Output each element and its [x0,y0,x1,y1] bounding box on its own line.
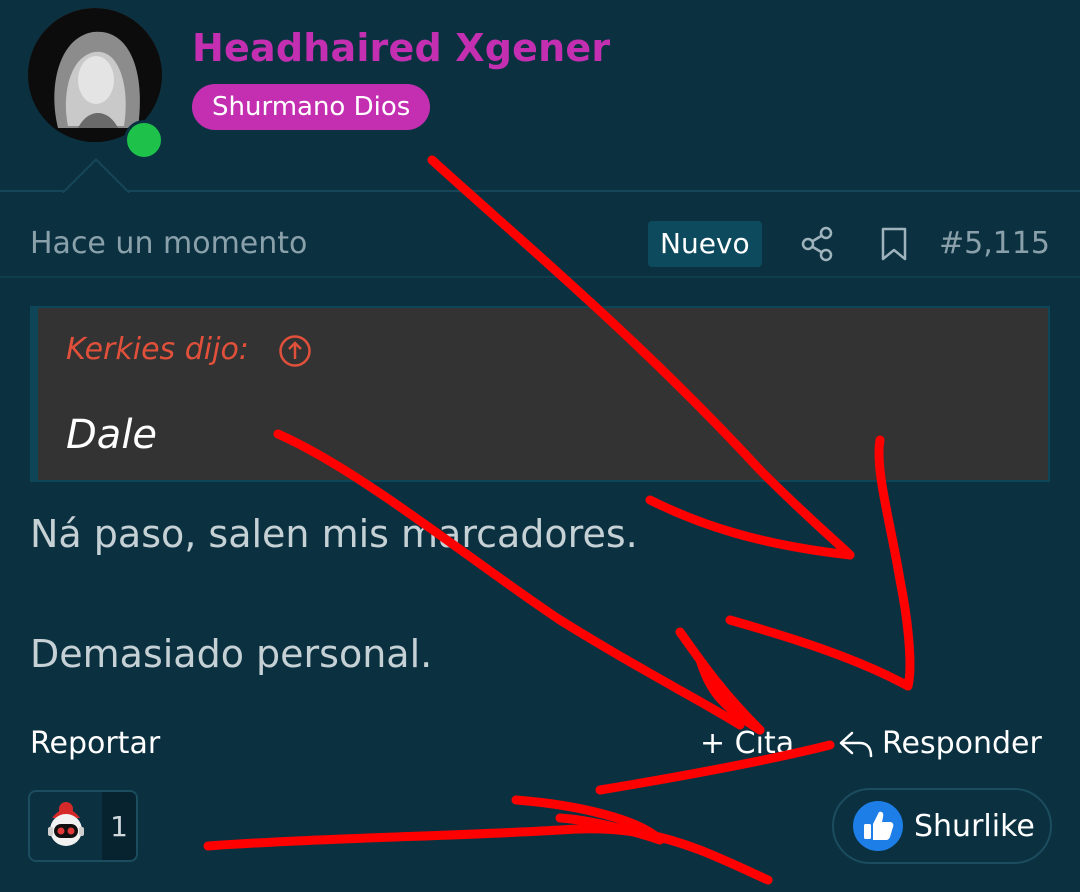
author-name[interactable]: Headhaired Xgener [192,26,610,70]
post-number-link[interactable]: #5,115 [939,226,1050,261]
reply-label: Responder [882,726,1042,761]
report-button[interactable]: Reportar [30,726,160,761]
post-timestamp[interactable]: Hace un momento [30,226,307,261]
post-meta-row: Hace un momento Nuevo #5,115 [0,212,1080,278]
robot-reaction-icon [48,802,84,846]
online-status-dot [124,120,164,160]
post-body-line: Demasiado personal. [30,632,433,676]
new-badge: Nuevo [648,221,762,267]
quote-button[interactable]: + Cita [700,726,794,761]
reaction-count: 1 [102,792,136,860]
reply-button[interactable]: Responder [838,726,1042,761]
arrow-up-circle-icon[interactable] [278,334,312,368]
quote-block: Kerkies dijo: Dale [30,306,1050,482]
like-label: Shurlike [914,808,1035,844]
thumbs-up-icon [853,801,903,851]
quote-attribution[interactable]: Kerkies dijo: [66,332,249,367]
share-icon[interactable] [800,226,834,262]
bookmark-icon[interactable] [878,226,910,262]
like-button[interactable]: Shurlike [832,788,1052,864]
reply-icon [839,731,873,757]
post-body-line: Ná paso, salen mis marcadores. [30,512,638,556]
quote-text: Dale [66,412,158,458]
reaction-summary[interactable]: 1 [28,790,138,862]
rank-badge: Shurmano Dios [192,84,431,130]
